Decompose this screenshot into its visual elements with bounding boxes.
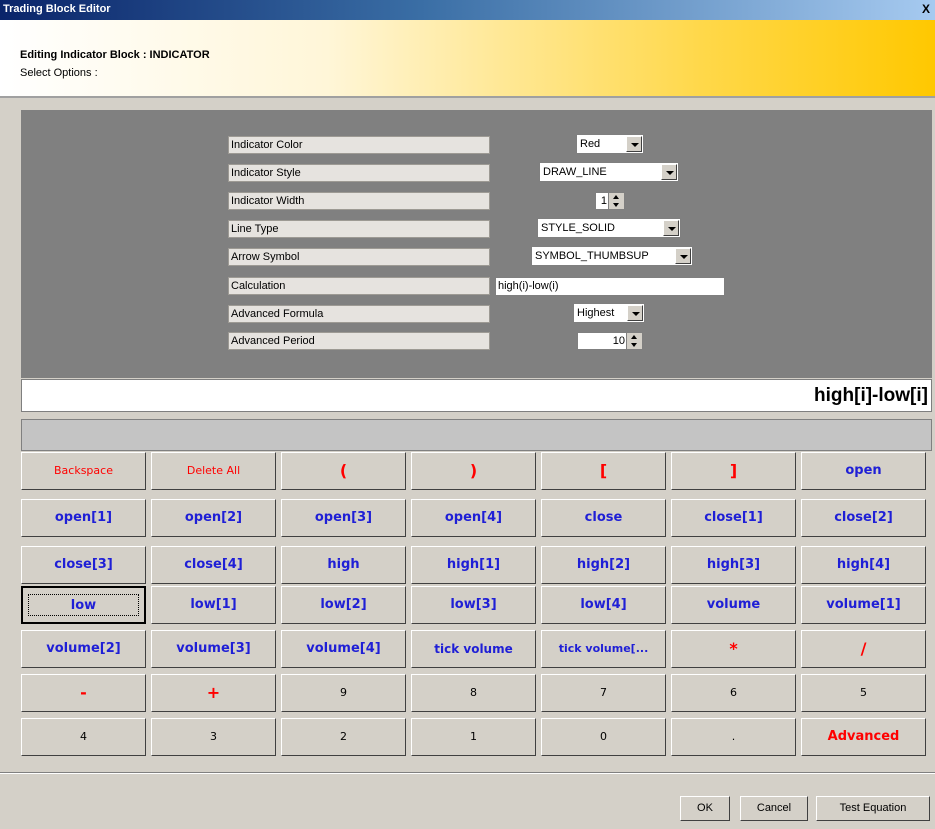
close-icon[interactable]: X <box>919 2 933 16</box>
calculation-input[interactable]: high(i)-low(i) <box>495 277 725 296</box>
plus-button[interactable]: + <box>151 674 276 712</box>
footer-divider <box>0 772 935 774</box>
spinner-arrows-icon[interactable] <box>626 333 642 349</box>
indicator-width-label: Indicator Width <box>228 192 490 210</box>
open1-button[interactable]: open[1] <box>21 499 146 537</box>
multiply-button[interactable]: * <box>671 630 796 668</box>
ok-button[interactable]: OK <box>680 796 730 821</box>
close4-button[interactable]: close[4] <box>151 546 276 584</box>
line-type-select[interactable]: STYLE_SOLID <box>537 218 681 238</box>
open3-button[interactable]: open[3] <box>281 499 406 537</box>
spinner-arrows-icon[interactable] <box>608 193 624 209</box>
window-title: Trading Block Editor <box>3 3 111 15</box>
low3-button[interactable]: low[3] <box>411 586 536 624</box>
open-button[interactable]: open <box>801 452 926 490</box>
calculation-label: Calculation <box>228 277 490 295</box>
indicator-style-select[interactable]: DRAW_LINE <box>539 162 679 182</box>
advanced-formula-value: Highest <box>577 307 615 319</box>
digit-2-button[interactable]: 2 <box>281 718 406 756</box>
high2-button[interactable]: high[2] <box>541 546 666 584</box>
indicator-width-spinner[interactable]: 1 <box>595 192 625 210</box>
keypad: Backspace Delete All ( ) [ ] open open[1… <box>21 452 927 766</box>
digit-0-button[interactable]: 0 <box>541 718 666 756</box>
digit-7-button[interactable]: 7 <box>541 674 666 712</box>
digit-4-button[interactable]: 4 <box>21 718 146 756</box>
advanced-formula-select[interactable]: Highest <box>573 303 645 323</box>
chevron-down-icon[interactable] <box>675 248 691 264</box>
open4-button[interactable]: open[4] <box>411 499 536 537</box>
close-bracket-button[interactable]: ] <box>671 452 796 490</box>
decimal-point-button[interactable]: . <box>671 718 796 756</box>
backspace-button[interactable]: Backspace <box>21 452 146 490</box>
low4-button[interactable]: low[4] <box>541 586 666 624</box>
minus-button[interactable]: - <box>21 674 146 712</box>
indicator-width-value: 1 <box>600 195 607 207</box>
header-divider <box>0 96 935 98</box>
volume4-button[interactable]: volume[4] <box>281 630 406 668</box>
indicator-color-value: Red <box>580 138 601 150</box>
expression-display: high[i]-low[i] <box>21 379 932 412</box>
open-bracket-button[interactable]: [ <box>541 452 666 490</box>
indicator-color-label: Indicator Color <box>228 136 490 154</box>
digit-5-button[interactable]: 5 <box>801 674 926 712</box>
digit-8-button[interactable]: 8 <box>411 674 536 712</box>
volume1-button[interactable]: volume[1] <box>801 586 926 624</box>
low2-button[interactable]: low[2] <box>281 586 406 624</box>
tick-volume-n-button[interactable]: tick volume[... <box>541 630 666 668</box>
chevron-down-icon[interactable] <box>626 136 642 152</box>
advanced-period-spinner[interactable]: 10 <box>577 332 643 350</box>
digit-6-button[interactable]: 6 <box>671 674 796 712</box>
volume-button[interactable]: volume <box>671 586 796 624</box>
volume2-button[interactable]: volume[2] <box>21 630 146 668</box>
close2-button[interactable]: close[2] <box>801 499 926 537</box>
indicator-style-value: DRAW_LINE <box>543 166 607 178</box>
status-bar <box>21 419 932 451</box>
close3-button[interactable]: close[3] <box>21 546 146 584</box>
open2-button[interactable]: open[2] <box>151 499 276 537</box>
advanced-period-value: 10 <box>612 335 625 347</box>
indicator-style-label: Indicator Style <box>228 164 490 182</box>
high1-button[interactable]: high[1] <box>411 546 536 584</box>
close1-button[interactable]: close[1] <box>671 499 796 537</box>
editor-heading: Editing Indicator Block : INDICATOR <box>20 49 210 61</box>
divide-button[interactable]: / <box>801 630 926 668</box>
volume3-button[interactable]: volume[3] <box>151 630 276 668</box>
line-type-label: Line Type <box>228 220 490 238</box>
close-button[interactable]: close <box>541 499 666 537</box>
delete-all-button[interactable]: Delete All <box>151 452 276 490</box>
options-panel: Indicator Color Red Indicator Style DRAW… <box>21 110 932 378</box>
arrow-symbol-value: SYMBOL_THUMBSUP <box>535 250 649 262</box>
high-button[interactable]: high <box>281 546 406 584</box>
advanced-button[interactable]: Advanced <box>801 718 926 756</box>
high4-button[interactable]: high[4] <box>801 546 926 584</box>
editor-subheading: Select Options : <box>20 67 98 79</box>
low1-button[interactable]: low[1] <box>151 586 276 624</box>
line-type-value: STYLE_SOLID <box>541 222 615 234</box>
close-paren-button[interactable]: ) <box>411 452 536 490</box>
chevron-down-icon[interactable] <box>663 220 679 236</box>
digit-9-button[interactable]: 9 <box>281 674 406 712</box>
cancel-button[interactable]: Cancel <box>740 796 808 821</box>
advanced-period-label: Advanced Period <box>228 332 490 350</box>
title-bar: Trading Block Editor X <box>0 0 935 20</box>
test-equation-button[interactable]: Test Equation <box>816 796 930 821</box>
chevron-down-icon[interactable] <box>627 305 643 321</box>
arrow-symbol-label: Arrow Symbol <box>228 248 490 266</box>
chevron-down-icon[interactable] <box>661 164 677 180</box>
low-button[interactable]: low <box>21 586 146 624</box>
digit-1-button[interactable]: 1 <box>411 718 536 756</box>
high3-button[interactable]: high[3] <box>671 546 796 584</box>
open-paren-button[interactable]: ( <box>281 452 406 490</box>
tick-volume-button[interactable]: tick volume <box>411 630 536 668</box>
arrow-symbol-select[interactable]: SYMBOL_THUMBSUP <box>531 246 693 266</box>
header-banner: Editing Indicator Block : INDICATOR Sele… <box>0 20 935 96</box>
indicator-color-select[interactable]: Red <box>576 134 644 154</box>
digit-3-button[interactable]: 3 <box>151 718 276 756</box>
advanced-formula-label: Advanced Formula <box>228 305 490 323</box>
